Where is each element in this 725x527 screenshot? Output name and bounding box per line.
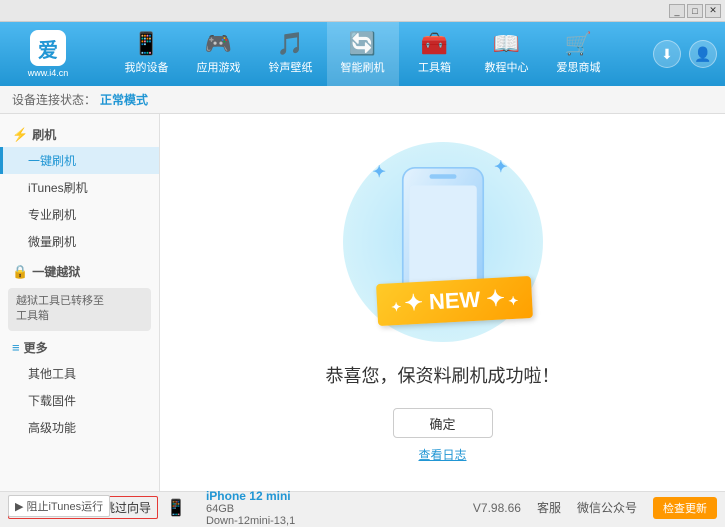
more-category-label: 更多 [24,339,48,356]
nav-apps-games-label: 应用游戏 [197,59,241,75]
mall-icon: 🛒 [565,33,592,55]
sidebar: ⚡ 刷机 一键刷机 iTunes刷机 专业刷机 微量刷机 🔒 一键越狱 [0,114,160,491]
bottom-right: V7.98.66 客服 微信公众号 检查更新 [473,497,717,519]
download-firmware-label: 下载固件 [28,392,76,409]
daily-link[interactable]: 查看日志 [418,446,466,463]
toolbox-icon: 🧰 [421,33,448,55]
main-container: ⚡ 刷机 一键刷机 iTunes刷机 专业刷机 微量刷机 🔒 一键越狱 [0,114,725,491]
sidebar-item-advanced[interactable]: 高级功能 [0,414,159,441]
sidebar-category-more: ≡ 更多 [0,335,159,360]
check-update-button[interactable]: 检查更新 [653,497,717,519]
user-button[interactable]: 👤 [689,40,717,68]
nav-toolbox[interactable]: 🧰 工具箱 [399,22,471,86]
device-storage: 64GB [206,503,295,515]
jailbreak-category-icon: 🔒 [12,264,28,280]
sidebar-category-flash: ⚡ 刷机 [0,122,159,147]
confirm-button[interactable]: 确定 [393,408,493,438]
nav-smart-flash-label: 智能刷机 [341,59,385,75]
header: 爱 www.i4.cn 📱 我的设备 🎮 应用游戏 🎵 铃声壁纸 🔄 智能刷机 … [0,22,725,86]
apps-games-icon: 🎮 [205,33,232,55]
nav-my-device[interactable]: 📱 我的设备 [111,22,183,86]
close-button[interactable]: ✕ [705,4,721,18]
status-bar: 设备连接状态： 正常模式 [0,86,725,114]
nav-ringtones[interactable]: 🎵 铃声壁纸 [255,22,327,86]
maximize-button[interactable]: □ [687,4,703,18]
nav-smart-flash[interactable]: 🔄 智能刷机 [327,22,399,86]
nav-tutorials[interactable]: 📖 教程中心 [471,22,543,86]
wechat-link[interactable]: 微信公众号 [577,499,637,516]
sidebar-item-download-firmware[interactable]: 下载固件 [0,387,159,414]
jailbreak-category-label: 一键越狱 [32,263,80,280]
content-area: ✦ ✦ ✦ NEW ✦ [160,114,725,491]
main-nav: 📱 我的设备 🎮 应用游戏 🎵 铃声壁纸 🔄 智能刷机 🧰 工具箱 📖 教程中心… [88,22,637,86]
pro-flash-label: 专业刷机 [28,206,76,223]
nav-toolbox-label: 工具箱 [418,59,451,75]
nav-ringtones-label: 铃声壁纸 [269,59,313,75]
sidebar-category-jailbreak: 🔒 一键越狱 [0,259,159,284]
nav-apps-games[interactable]: 🎮 应用游戏 [183,22,255,86]
phone-illustration: ✦ ✦ ✦ NEW ✦ [343,142,543,342]
bottom-bar: 自动重启 跳过向导 📱 iPhone 12 mini 64GB Down-12m… [0,491,725,523]
sidebar-item-other-tools[interactable]: 其他工具 [0,360,159,387]
stop-itunes-button[interactable]: ▶ 阻止iTunes运行 [8,495,110,517]
sparkle-topright: ✦ [494,157,507,177]
itunes-flash-label: iTunes刷机 [28,179,88,196]
download-button[interactable]: ⬇ [653,40,681,68]
success-message: 恭喜您，保资料刷机成功啦！ [326,362,560,388]
my-device-icon: 📱 [133,33,160,55]
version-text: V7.98.66 [473,501,521,515]
sidebar-section-flash: ⚡ 刷机 一键刷机 iTunes刷机 专业刷机 微量刷机 [0,122,159,255]
more-category-icon: ≡ [12,340,20,355]
header-right: ⬇ 👤 [637,40,717,68]
sidebar-item-micro-flash[interactable]: 微量刷机 [0,228,159,255]
customer-service-link[interactable]: 客服 [537,499,561,516]
stop-itunes-area: ▶ 阻止iTunes运行 [8,495,110,517]
sidebar-item-one-click-flash[interactable]: 一键刷机 [0,147,159,174]
minimize-button[interactable]: _ [669,4,685,18]
nav-tutorials-label: 教程中心 [485,59,529,75]
status-value: 正常模式 [100,91,148,108]
new-badge: ✦ NEW ✦ [376,276,533,326]
circle-background: ✦ ✦ ✦ NEW ✦ [343,142,543,342]
other-tools-label: 其他工具 [28,365,76,382]
nav-my-device-label: 我的设备 [125,59,169,75]
ringtones-icon: 🎵 [277,33,304,55]
logo[interactable]: 爱 www.i4.cn [8,30,88,78]
smart-flash-icon: 🔄 [349,33,376,55]
nav-mall-label: 爱思商城 [557,59,601,75]
flash-category-label: 刷机 [32,126,56,143]
flash-category-icon: ⚡ [12,127,28,143]
device-info: iPhone 12 mini 64GB Down-12mini-13,1 [206,489,295,527]
sidebar-item-itunes-flash[interactable]: iTunes刷机 [0,174,159,201]
jailbreak-notice-text: 越狱工具已转移至 工具箱 [16,295,104,322]
tutorials-icon: 📖 [493,33,520,55]
window-controls: _ □ ✕ [669,4,721,18]
stop-itunes-icon: ▶ [15,500,23,513]
device-phone-icon: 📱 [166,498,186,518]
sidebar-section-jailbreak: 🔒 一键越狱 越狱工具已转移至 工具箱 [0,259,159,331]
title-bar: _ □ ✕ [0,0,725,22]
advanced-label: 高级功能 [28,419,76,436]
device-version: Down-12mini-13,1 [206,515,295,527]
logo-icon: 爱 [30,30,66,66]
sparkle-topleft: ✦ [373,162,386,182]
one-click-flash-label: 一键刷机 [28,152,76,169]
nav-mall[interactable]: 🛒 爱思商城 [543,22,615,86]
sidebar-item-pro-flash[interactable]: 专业刷机 [0,201,159,228]
stop-itunes-label: 阻止iTunes运行 [26,498,103,514]
logo-url: www.i4.cn [28,68,69,78]
status-label: 设备连接状态： [12,91,96,108]
micro-flash-label: 微量刷机 [28,233,76,250]
sidebar-section-more: ≡ 更多 其他工具 下载固件 高级功能 [0,335,159,441]
jailbreak-notice: 越狱工具已转移至 工具箱 [8,288,151,331]
skip-wizard-label: 跳过向导 [103,499,151,516]
